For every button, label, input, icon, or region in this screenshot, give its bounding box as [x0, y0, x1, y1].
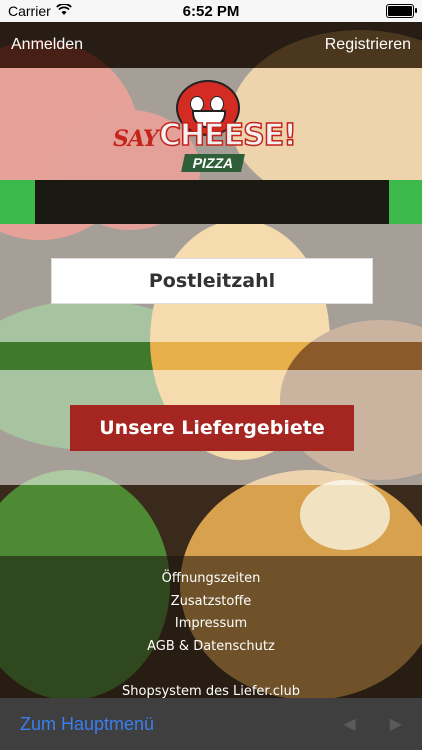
bottom-toolbar: Zum Hauptmenü ◀ ▶	[0, 698, 422, 750]
login-link[interactable]: Anmelden	[11, 36, 83, 54]
register-link[interactable]: Registrieren	[325, 36, 411, 54]
footer-links: Öffnungszeiten Zusatzstoffe Impressum AG…	[0, 568, 422, 704]
logo-band: SAY CHEESE! PIZZA	[0, 68, 422, 180]
delivery-areas-button[interactable]: Unsere Liefergebiete	[70, 405, 354, 451]
back-arrow-icon[interactable]: ◀	[343, 714, 355, 734]
accent-bar	[0, 180, 422, 224]
wifi-icon	[55, 3, 72, 19]
footer-link-imprint[interactable]: Impressum	[0, 613, 422, 636]
forward-arrow-icon[interactable]: ▶	[390, 714, 402, 734]
battery-icon	[386, 4, 417, 18]
footer-link-additives[interactable]: Zusatzstoffe	[0, 591, 422, 614]
status-bar: Carrier 6:52 PM	[0, 0, 422, 22]
postal-code-field[interactable]: Postleitzahl	[51, 258, 373, 304]
say-cheese-pizza-logo: SAY CHEESE! PIZZA	[111, 70, 311, 178]
carrier-label: Carrier	[8, 3, 51, 19]
top-nav: Anmelden Registrieren	[0, 22, 422, 68]
footer-link-terms[interactable]: AGB & Datenschutz	[0, 636, 422, 659]
footer-link-opening-hours[interactable]: Öffnungszeiten	[0, 568, 422, 591]
main-menu-button[interactable]: Zum Hauptmenü	[20, 714, 154, 735]
